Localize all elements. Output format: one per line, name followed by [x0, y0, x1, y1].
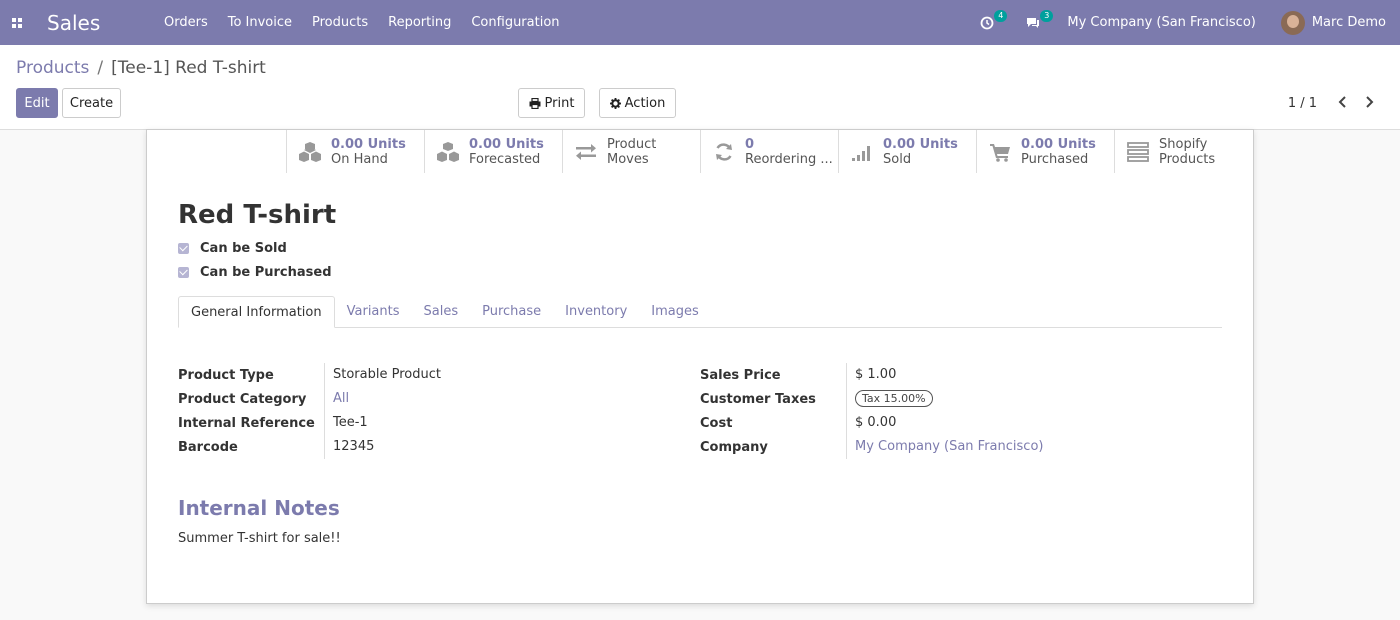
customer-taxes-field: Tax 15.00%	[846, 387, 933, 411]
smart-button-product-moves[interactable]: Product Moves	[562, 130, 700, 173]
menu-configuration[interactable]: Configuration	[461, 0, 569, 45]
messages-icon[interactable]: 3	[1021, 0, 1054, 45]
product-type-value: Storable Product	[324, 363, 441, 387]
tab-sales[interactable]: Sales	[412, 296, 471, 328]
shopify-label: Products	[1159, 151, 1216, 167]
breadcrumb-separator: /	[97, 58, 104, 78]
app-menu-icon[interactable]	[2, 0, 32, 45]
reordering-value: 0	[745, 136, 755, 152]
create-button[interactable]: Create	[62, 88, 121, 118]
avatar	[1280, 10, 1305, 35]
signal-icon	[849, 140, 875, 164]
activity-icon[interactable]: 4	[975, 0, 1008, 45]
tab-images[interactable]: Images	[639, 296, 711, 328]
refresh-icon	[711, 140, 737, 164]
tab-general-information[interactable]: General Information	[178, 296, 335, 328]
internal-notes-text[interactable]: Summer T-shirt for sale!!	[178, 531, 341, 546]
navbar-systray: 4 3 My Company (San Francisco) Marc Demo	[975, 0, 1400, 45]
purchased-value: 0.00 Units	[1021, 136, 1096, 152]
gear-icon	[609, 97, 621, 109]
purchased-label: Purchased	[1021, 151, 1089, 167]
action-label: Action	[624, 95, 666, 111]
tab-inventory[interactable]: Inventory	[553, 296, 639, 328]
can-be-purchased-checkbox[interactable]	[178, 267, 189, 278]
product-category-link[interactable]: All	[324, 387, 349, 411]
sales-price-value: $ 1.00	[846, 363, 896, 387]
smart-button-shopify-products[interactable]: Shopify Products	[1114, 130, 1252, 173]
form-tabs: General Information Variants Sales Purch…	[178, 296, 1222, 328]
smart-button-reordering[interactable]: 0 Reordering ...	[700, 130, 838, 173]
product-category-label: Product Category	[178, 391, 307, 407]
internal-notes-title: Internal Notes	[178, 496, 340, 520]
right-field-group: Sales Price $ 1.00 Customer Taxes Tax 15.0…	[700, 363, 1043, 459]
print-label: Print	[544, 95, 575, 111]
internal-reference-value: Tee-1	[324, 411, 368, 435]
messages-badge: 3	[1040, 10, 1054, 22]
menu-orders[interactable]: Orders	[154, 0, 218, 45]
print-button[interactable]: Print	[518, 88, 585, 118]
internal-reference-label: Internal Reference	[178, 415, 315, 431]
on-hand-label: On Hand	[331, 151, 388, 167]
activity-badge: 4	[994, 10, 1008, 22]
company-switcher[interactable]: My Company (San Francisco)	[1067, 15, 1255, 30]
company-label: Company	[700, 439, 768, 455]
product-type-label: Product Type	[178, 367, 274, 383]
smart-button-forecasted[interactable]: 0.00 Units Forecasted	[424, 130, 562, 173]
user-name: Marc Demo	[1311, 15, 1386, 30]
smart-button-sold[interactable]: 0.00 Units Sold	[838, 130, 976, 173]
menu-to-invoice[interactable]: To Invoice	[218, 0, 302, 45]
tab-purchase[interactable]: Purchase	[470, 296, 553, 328]
cost-label: Cost	[700, 415, 733, 431]
breadcrumb-current: [Tee-1] Red T-shirt	[111, 58, 266, 78]
cost-value: $ 0.00	[846, 411, 896, 435]
top-navbar: Sales Orders To Invoice Products Reporti…	[0, 0, 1400, 45]
menu-products[interactable]: Products	[302, 0, 378, 45]
cart-icon	[987, 140, 1013, 164]
smart-button-purchased[interactable]: 0.00 Units Purchased	[976, 130, 1114, 173]
user-menu[interactable]: Marc Demo	[1280, 10, 1386, 35]
form-sheet: 0.00 Units On Hand 0.00 Units Forecasted P…	[146, 129, 1254, 604]
smart-button-on-hand[interactable]: 0.00 Units On Hand	[286, 130, 424, 173]
print-icon	[529, 97, 541, 109]
product-moves-value: Product	[607, 136, 657, 152]
sold-label: Sold	[883, 151, 912, 167]
can-be-purchased-label: Can be Purchased	[200, 265, 332, 280]
sales-price-label: Sales Price	[700, 367, 781, 383]
can-be-sold-checkbox[interactable]	[178, 243, 189, 254]
list-icon	[1125, 140, 1151, 164]
pager-next-icon[interactable]	[1359, 90, 1379, 114]
breadcrumb: Products / [Tee-1] Red T-shirt	[16, 58, 266, 78]
exchange-icon	[573, 140, 599, 164]
cubes-icon	[297, 140, 323, 164]
can-be-sold-label: Can be Sold	[200, 241, 287, 256]
forecasted-label: Forecasted	[469, 151, 541, 167]
on-hand-value: 0.00 Units	[331, 136, 406, 152]
tab-variants[interactable]: Variants	[335, 296, 412, 328]
barcode-label: Barcode	[178, 439, 238, 455]
can-be-purchased-row: Can be Purchased	[178, 265, 332, 280]
reordering-label: Reordering ...	[745, 151, 833, 167]
can-be-sold-row: Can be Sold	[178, 241, 287, 256]
barcode-value: 12345	[324, 435, 374, 459]
left-field-group: Product Type Storable Product Product Cat…	[178, 363, 441, 459]
app-title[interactable]: Sales	[47, 11, 137, 35]
shopify-value: Shopify	[1159, 136, 1208, 152]
forecasted-value: 0.00 Units	[469, 136, 544, 152]
breadcrumb-products[interactable]: Products	[16, 58, 89, 78]
cubes-icon	[435, 140, 461, 164]
tax-tag[interactable]: Tax 15.00%	[855, 390, 933, 407]
edit-button[interactable]: Edit	[16, 88, 58, 118]
control-panel: Products / [Tee-1] Red T-shirt Edit Crea…	[0, 45, 1400, 130]
menu-reporting[interactable]: Reporting	[378, 0, 461, 45]
pager-previous-icon[interactable]	[1333, 90, 1353, 114]
main-menu: Orders To Invoice Products Reporting Con…	[154, 0, 570, 45]
sold-value: 0.00 Units	[883, 136, 958, 152]
pager-value[interactable]: 1 / 1	[1288, 96, 1317, 111]
customer-taxes-label: Customer Taxes	[700, 391, 816, 407]
action-button[interactable]: Action	[599, 88, 676, 118]
company-link[interactable]: My Company (San Francisco)	[846, 435, 1043, 459]
product-name: Red T-shirt	[178, 200, 337, 230]
smart-buttons: 0.00 Units On Hand 0.00 Units Forecasted P…	[286, 130, 1252, 173]
product-moves-label: Moves	[607, 151, 649, 167]
